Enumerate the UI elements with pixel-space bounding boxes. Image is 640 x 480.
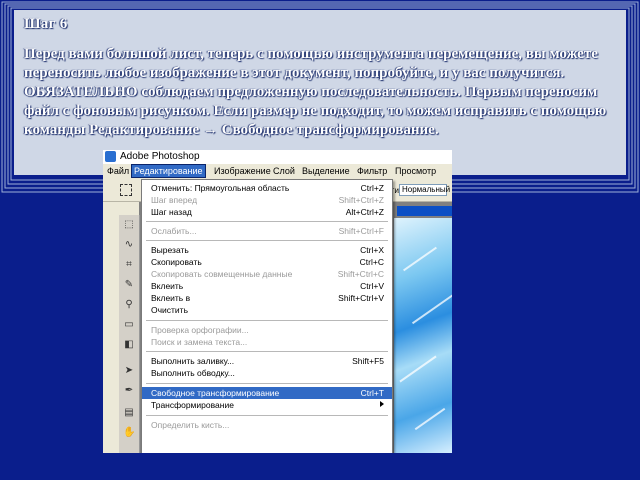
menu-separator xyxy=(146,221,388,222)
menu-item-spell-check: Проверка орфографии... xyxy=(151,325,249,335)
menu-layer[interactable]: Слой xyxy=(273,166,295,176)
menu-item-paste[interactable]: Вклеить Ctrl+V xyxy=(142,280,392,292)
menu-item-find-replace: Поиск и замена текста... xyxy=(151,337,248,347)
submenu-arrow-icon xyxy=(380,401,384,407)
menu-bar: Файл Редактирование Изображение Слой Выд… xyxy=(103,164,452,179)
menu-filter[interactable]: Фильтр xyxy=(357,166,387,176)
move-tool-icon[interactable]: ➤ xyxy=(123,365,135,377)
marquee-tool-icon[interactable]: ⬚ xyxy=(123,219,135,231)
menu-item-transform[interactable]: Трансформирование xyxy=(142,399,392,411)
menu-item-step-back[interactable]: Шаг назад Alt+Ctrl+Z xyxy=(142,206,392,218)
photoshop-icon xyxy=(105,151,116,162)
toolbox: ⬚ ∿ ⌗ ✎ ⚲ ▭ ◧ ➤ ✒ ▤ ✋ xyxy=(119,215,140,453)
menu-separator xyxy=(146,383,388,384)
menu-image[interactable]: Изображение xyxy=(214,166,271,176)
menu-item-clear[interactable]: Очистить xyxy=(142,304,392,316)
menu-item-step-forward: Шаг вперед Shift+Ctrl+Z xyxy=(151,195,384,205)
lasso-tool-icon[interactable]: ∿ xyxy=(123,239,135,251)
menu-item-define-brush: Определить кисть... xyxy=(151,420,230,430)
gradient-tool-icon[interactable]: ◧ xyxy=(123,339,135,351)
eraser-tool-icon[interactable]: ▭ xyxy=(123,319,135,331)
menu-item-cut[interactable]: Вырезать Ctrl+X xyxy=(142,244,392,256)
menu-separator xyxy=(146,320,388,321)
document-canvas[interactable] xyxy=(394,218,452,453)
menu-separator xyxy=(146,415,388,416)
menu-item-fade: Ослабить... Shift+Ctrl+F xyxy=(151,226,384,236)
menu-separator xyxy=(146,351,388,352)
menu-item-copy-merged: Скопировать совмещенные данные Shift+Ctr… xyxy=(151,269,384,279)
hand-tool-icon[interactable]: ✋ xyxy=(123,427,135,439)
document-titlebar xyxy=(397,206,452,216)
menu-item-copy[interactable]: Скопировать Ctrl+C xyxy=(142,256,392,268)
photoshop-screenshot: Adobe Photoshop Файл Редактирование Изоб… xyxy=(103,150,452,453)
slide-body-text: Перед вами большой лист, теперь с помощь… xyxy=(24,46,607,138)
window-title: Adobe Photoshop xyxy=(120,151,200,162)
brush-tool-icon[interactable]: ✎ xyxy=(123,279,135,291)
pen-tool-icon[interactable]: ✒ xyxy=(123,385,135,397)
menu-item-free-transform[interactable]: Свободное трансформирование Ctrl+T xyxy=(142,387,392,399)
menu-edit[interactable]: Редактирование xyxy=(131,164,206,178)
menu-select[interactable]: Выделение xyxy=(302,166,350,176)
menu-item-stroke[interactable]: Выполнить обводку... xyxy=(142,367,392,379)
menu-item-paste-into[interactable]: Вклеить в Shift+Ctrl+V xyxy=(142,292,392,304)
notes-tool-icon[interactable]: ▤ xyxy=(123,407,135,419)
slide-title: Шаг 6 xyxy=(24,16,68,32)
crop-tool-icon[interactable]: ⌗ xyxy=(123,259,135,271)
marquee-icon[interactable] xyxy=(120,184,132,196)
edit-menu-dropdown: Отменить: Прямоугольная область Ctrl+Z Ш… xyxy=(141,179,393,453)
menu-item-fill[interactable]: Выполнить заливку... Shift+F5 xyxy=(142,355,392,367)
menu-file[interactable]: Файл xyxy=(107,166,129,176)
menu-view[interactable]: Просмотр xyxy=(395,166,436,176)
menu-separator xyxy=(146,240,388,241)
stamp-tool-icon[interactable]: ⚲ xyxy=(123,299,135,311)
style-select[interactable]: Нормальный xyxy=(399,184,450,196)
menu-item-undo[interactable]: Отменить: Прямоугольная область Ctrl+Z xyxy=(142,182,392,194)
window-titlebar: Adobe Photoshop xyxy=(103,150,452,164)
